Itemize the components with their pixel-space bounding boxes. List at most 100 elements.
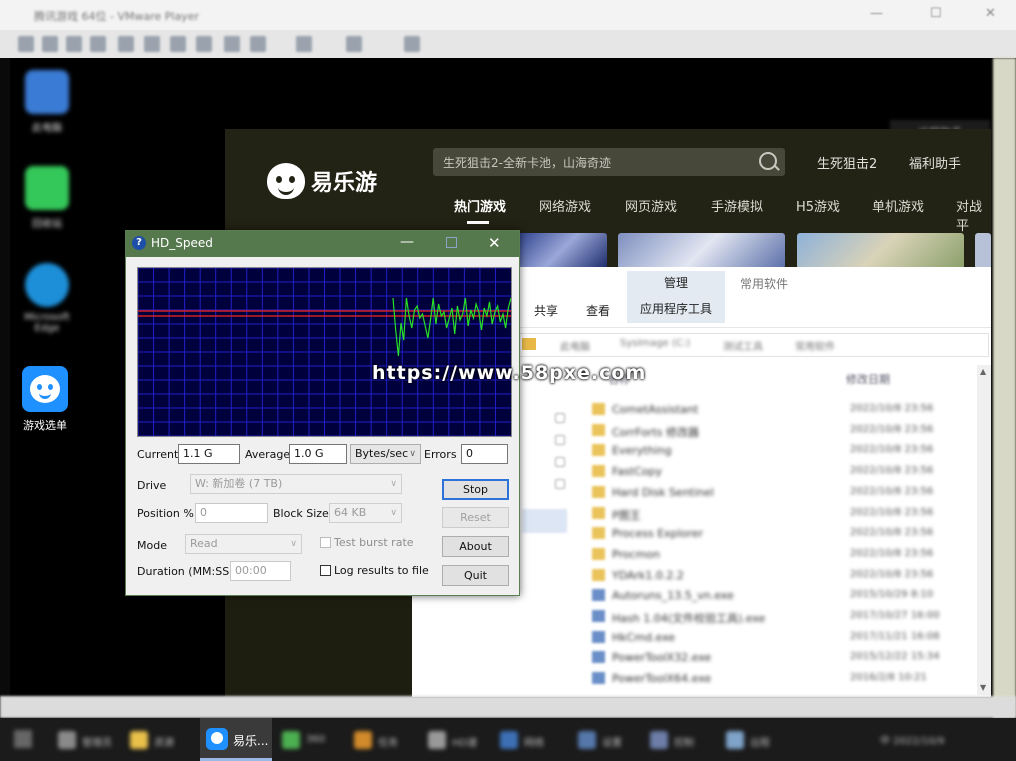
breadcrumb-item[interactable]: 测试工具 [723,338,763,353]
top-link-shengsi[interactable]: 生死狙击2 [817,153,877,172]
taskbar-item[interactable]: 360 [282,725,348,755]
taskbar-item[interactable]: 远程 [726,725,792,755]
vm-minimize-button[interactable]: — [870,6,883,21]
file-row[interactable]: Procmon 2022/10/8 23:56 [592,546,972,564]
app-icon [130,731,148,749]
breadcrumb-item[interactable]: 常用软件 [795,338,835,353]
drive-select[interactable]: W: 新加卷 (7 TB) ∨ [190,474,402,494]
taskbar-item[interactable]: HD速 [428,725,494,755]
ribbon-tab-manage[interactable]: 管理 [627,271,725,295]
explorer-scrollbar[interactable]: ▲ ▼ [977,365,991,695]
file-row[interactable]: FastCopy 2022/10/8 23:56 [592,463,972,481]
unity-icon[interactable] [346,36,362,52]
site-search-input[interactable]: 生死狙击2-全新卡池，山海奇迹 [433,148,785,176]
help-icon[interactable] [404,36,420,52]
file-row[interactable]: Process Explorer 2022/10/8 23:56 [592,525,972,543]
usb-icon[interactable] [144,36,160,52]
file-row[interactable]: P图王 2022/10/8 23:56 [592,505,972,523]
game-thumbnail[interactable] [797,233,964,269]
about-button[interactable]: About [442,536,509,557]
game-thumbnail[interactable] [618,233,785,269]
taskbar-item-yileyou[interactable]: 易乐... [200,718,272,761]
nav-mobile-emulator[interactable]: 手游模拟 [711,196,763,215]
desktop-icon-edge[interactable]: Microsoft Edge [15,263,79,334]
file-row[interactable]: Everything 2022/10/8 23:56 [592,442,972,460]
stop-button[interactable]: Stop [442,479,509,500]
network-icon[interactable] [196,36,212,52]
file-row[interactable]: CorrForts 修改器 2022/10/8 23:56 [592,422,972,440]
game-thumbnail[interactable] [975,233,991,269]
settings-icon[interactable] [118,36,134,52]
top-link-welfare[interactable]: 福利助手 [909,153,961,172]
fullscreen-icon[interactable] [296,36,312,52]
game-thumbnail[interactable] [515,233,607,269]
play-icon[interactable] [18,36,34,52]
pause-icon[interactable] [42,36,58,52]
quit-button[interactable]: Quit [442,565,509,586]
taskbar-item[interactable]: 网络 [500,725,566,755]
close-button[interactable]: ✕ [488,234,501,252]
vm-close-button[interactable]: ✕ [985,6,996,21]
taskbar-item[interactable]: 控制 [650,725,716,755]
ribbon-tab-view[interactable]: 查看 [586,302,610,319]
folder-icon [522,338,536,350]
test-burst-checkbox[interactable] [320,537,331,548]
mode-select[interactable]: Read ∨ [185,534,302,554]
unit-select[interactable]: Bytes/sec ∨ [350,444,421,464]
watermark-text: https://www.58pxe.com [372,362,647,384]
breadcrumb-item[interactable]: SysImage (C:) [620,338,690,349]
file-date: 2022/10/8 23:56 [850,465,934,477]
site-logo[interactable]: 易乐游 [267,161,377,201]
vm-maximize-button[interactable]: ☐ [930,6,942,21]
file-row[interactable]: YDArk1.0.2.2 2022/10/8 23:56 [592,567,972,585]
file-row[interactable]: Hard Disk Sentinel 2022/10/8 23:56 [592,484,972,502]
ribbon-app-tools[interactable]: 应用程序工具 [627,295,725,323]
taskbar-item[interactable]: 任务 [354,725,420,755]
nav-battle-platform[interactable]: 对战平 [956,196,991,234]
printer-icon[interactable] [170,36,186,52]
file-row[interactable]: Autoruns_13.5_vn.exe 2015/10/29 8:10 [592,587,972,605]
taskbar-item-label: 网络 [524,738,544,749]
hd-speed-title-bar[interactable]: ? HD_Speed — ✕ [126,231,519,257]
position-field[interactable]: 0 [195,503,268,523]
breadcrumb-item[interactable]: 此电脑 [560,338,590,353]
stop-icon[interactable] [66,36,82,52]
nav-web-games[interactable]: 网页游戏 [625,196,677,215]
taskbar-item[interactable]: 资源 [130,725,196,755]
ribbon-tab-share[interactable]: 共享 [534,302,558,319]
desktop-icon-game-menu[interactable]: 游戏选单 [13,366,77,433]
duration-field[interactable]: 00:00 [230,561,291,581]
app-icon [578,731,596,749]
file-row[interactable]: PowerToolX32.exe 2015/12/22 15:34 [592,649,972,667]
taskbar-item-label: 控制 [674,738,694,749]
block-size-select[interactable]: 64 KB ∨ [329,503,402,523]
file-row[interactable]: HkCmd.exe 2017/11/21 16:08 [592,629,972,647]
column-header-date[interactable]: 修改日期 [846,371,890,387]
file-row[interactable]: CometAssistant 2022/10/8 23:56 [592,401,972,419]
desktop-icon-recycle-bin[interactable]: 回收站 [15,166,79,230]
desktop-icon-this-pc[interactable]: 此电脑 [15,70,79,134]
taskbar-item[interactable]: 设置 [578,725,644,755]
start-icon[interactable] [14,730,32,748]
nav-h5-games[interactable]: H5游戏 [796,196,840,215]
system-tray[interactable]: 中 2022/10/9 [880,732,944,747]
taskbar-item[interactable]: 管理员 [58,725,124,755]
sound-icon[interactable] [250,36,266,52]
search-icon[interactable] [759,152,777,170]
help-icon[interactable]: ? [132,236,146,250]
file-row[interactable]: Hash 1.04(文件校验工具).exe 2017/10/27 16:00 [592,608,972,626]
file-row[interactable]: PowerToolX64.exe 2016/2/8 10:21 [592,670,972,688]
scroll-down-icon[interactable]: ▼ [980,683,986,692]
scroll-up-icon[interactable]: ▲ [980,367,986,376]
snapshot-icon[interactable] [90,36,106,52]
reset-button[interactable]: Reset [442,507,509,528]
minimize-button[interactable]: — [400,234,414,250]
nav-hot-games[interactable]: 热门游戏 [454,196,506,215]
nav-online-games[interactable]: 网络游戏 [539,196,591,215]
file-date: 2022/10/8 23:56 [850,568,934,580]
display-icon[interactable] [224,36,240,52]
nav-single-games[interactable]: 单机游戏 [872,196,924,215]
address-bar[interactable]: 此电脑 SysImage (C:) 测试工具 常用软件 [517,333,989,357]
taskbar-item-label: 远程 [750,738,770,749]
log-results-checkbox[interactable] [320,565,331,576]
